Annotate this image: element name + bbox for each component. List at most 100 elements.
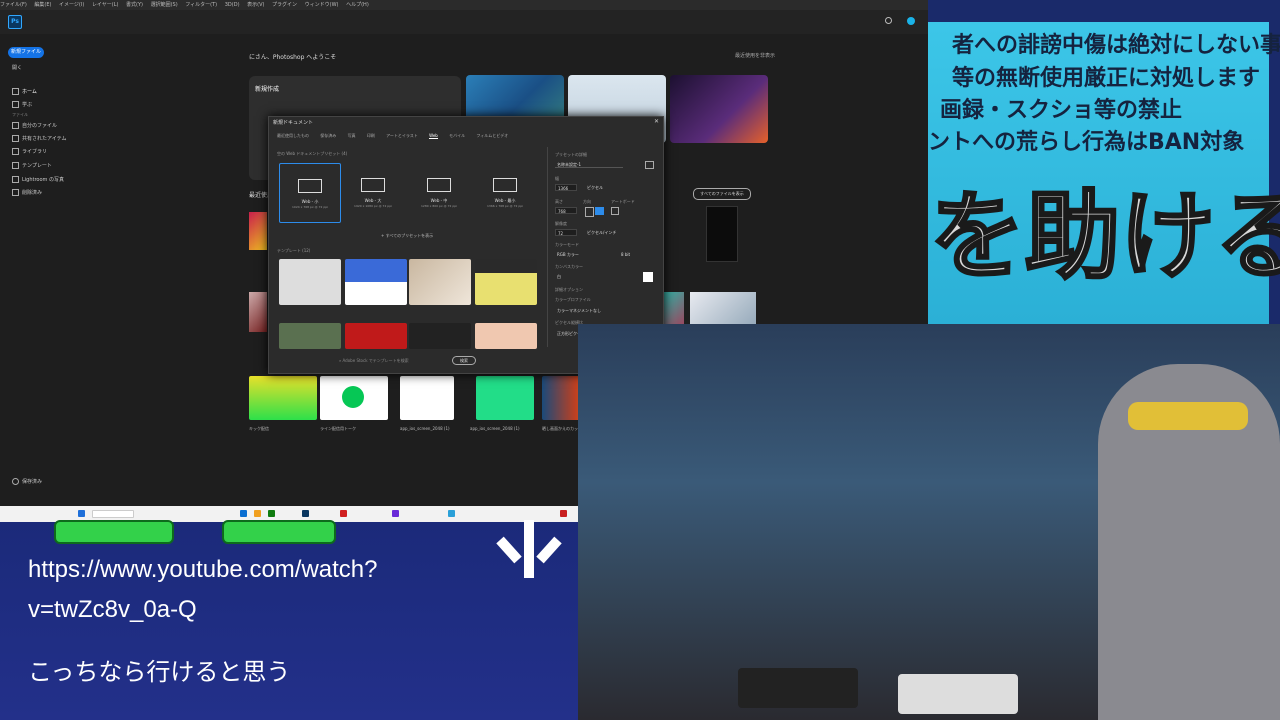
template-thumb[interactable] (345, 259, 407, 305)
menu-plugins[interactable]: プラグイン (272, 2, 297, 8)
resolution-unit-select[interactable]: ピクセル/インチ (585, 229, 651, 236)
chat-line: v=twZc8v_0a-Q (28, 596, 197, 623)
template-thumb[interactable] (409, 259, 471, 305)
file-name: ライン配信用トーク (320, 426, 356, 431)
start-icon[interactable] (78, 510, 85, 517)
recent-file-tile[interactable]: キック配信 (249, 376, 317, 432)
cloud-icon[interactable] (907, 17, 915, 25)
recent-file-tile[interactable]: app_ios_screen_2048 (1) (400, 376, 456, 431)
tab-saved[interactable]: 保存済み (320, 133, 336, 138)
template-search-input[interactable]: ⌕ Adobe Stock でテンプレートを検索 (339, 358, 409, 364)
preset-web-large[interactable]: Web - 大 1920 x 1080 px @ 72 ppi (343, 163, 403, 221)
preset-web-medium[interactable]: Web - 中 1280 x 800 px @ 72 ppi (409, 163, 469, 221)
sidebar-item-home[interactable]: ホーム (12, 88, 37, 95)
document-name-field[interactable]: 名称未設定-1 (555, 161, 623, 168)
app-icon[interactable] (254, 510, 261, 517)
template-thumb[interactable] (475, 323, 537, 349)
sidebar-item-shared[interactable]: 共有されたアイテム (12, 135, 67, 142)
menu-type[interactable]: 書式(Y) (126, 2, 143, 8)
template-thumb[interactable] (409, 323, 471, 349)
tab-art[interactable]: アートとイラスト (386, 133, 418, 138)
template-thumb[interactable] (279, 259, 341, 305)
lightroom-icon (12, 176, 19, 183)
height-label: 高さ (555, 199, 563, 204)
recent-thumb[interactable] (249, 292, 267, 332)
menu-select[interactable]: 選択範囲(S) (151, 2, 178, 8)
tab-mobile[interactable]: モバイル (449, 133, 465, 138)
tab-film[interactable]: フィルムとビデオ (476, 133, 508, 138)
app-icon[interactable] (392, 510, 399, 517)
recent-thumb[interactable] (249, 212, 267, 250)
width-field[interactable]: 1366 (555, 184, 577, 191)
recent-file-tile[interactable]: ライン配信用トーク (320, 376, 388, 432)
menu-edit[interactable]: 編集(E) (34, 2, 51, 8)
preset-tabs: 最近使用したもの 保存済み 写真 印刷 アートとイラスト Web モバイル フィ… (277, 133, 518, 139)
tab-recent[interactable]: 最近使用したもの (277, 133, 309, 138)
profile-select[interactable]: カラーマネジメントなし (555, 307, 651, 314)
landscape-icon[interactable] (595, 207, 604, 215)
preset-size: 1024 x 768 px @ 72 ppi (292, 205, 328, 209)
preset-web-small[interactable]: Web - 小 1024 x 768 px @ 72 ppi (279, 163, 341, 223)
sidebar-item-learn[interactable]: 学ぶ (12, 101, 32, 108)
close-icon[interactable]: ✕ (654, 118, 659, 125)
photoshop-taskbar-icon[interactable] (302, 510, 309, 517)
new-file-button[interactable]: 新規ファイル (8, 47, 44, 58)
template-icon (12, 162, 19, 169)
app-icon[interactable] (560, 510, 567, 517)
menu-file[interactable]: ファイル(F) (0, 2, 27, 8)
menu-3d[interactable]: 3D(D) (225, 2, 240, 8)
tab-print[interactable]: 印刷 (367, 133, 375, 138)
sidebar-item-libraries[interactable]: ライブラリ (12, 148, 47, 155)
promo-thumb-tiger[interactable] (670, 75, 768, 143)
search-button[interactable]: 検索 (452, 356, 476, 365)
sidebar-item-deleted[interactable]: 削除済み (12, 189, 42, 196)
preset-web-min[interactable]: Web - 最小 1366 x 768 px @ 72 ppi (475, 163, 535, 221)
app-icon[interactable] (268, 510, 275, 517)
app-icon[interactable] (448, 510, 455, 517)
sidebar-item-templates[interactable]: テンプレート (12, 162, 52, 169)
open-button[interactable]: 開く (12, 64, 22, 71)
unit-select[interactable]: ピクセル (585, 184, 651, 191)
file-thumbnail (476, 376, 534, 420)
menu-view[interactable]: 表示(V) (247, 2, 264, 8)
menu-image[interactable]: イメージ(I) (59, 2, 84, 8)
menu-filter[interactable]: フィルター(T) (185, 2, 217, 8)
sidebar-item-myfiles[interactable]: 自分のファイル (12, 122, 57, 129)
tab-web[interactable]: Web (429, 133, 438, 139)
taskbar-search-input[interactable] (92, 510, 134, 518)
photoshop-logo: Ps (8, 15, 22, 29)
hide-recent-link[interactable]: 最近使用を非表示 (735, 52, 775, 59)
library-icon (12, 148, 19, 155)
advanced-options-toggle[interactable]: 詳細オプション (555, 287, 583, 293)
sidebar-item-lightroom[interactable]: Lightroom の写真 (12, 176, 64, 183)
artboard-label: アートボード (611, 199, 635, 204)
artboard-checkbox[interactable] (611, 207, 619, 215)
recent-thumb[interactable] (706, 206, 738, 262)
home-icon (12, 88, 19, 95)
recent-file-tile[interactable]: app_ios_screen_2048 (1) (470, 376, 534, 431)
app-icon[interactable] (340, 510, 347, 517)
bitdepth-select[interactable]: 8 bit (619, 251, 651, 258)
save-preset-icon[interactable] (645, 161, 654, 169)
menu-window[interactable]: ウィンドウ(W) (305, 2, 339, 8)
all-files-button[interactable]: すべてのファイルを表示 (693, 188, 751, 200)
colormode-select[interactable]: RGB カラー (555, 251, 611, 258)
tab-photo[interactable]: 写真 (348, 133, 356, 138)
template-thumb[interactable] (475, 259, 537, 305)
template-thumb[interactable] (279, 323, 341, 349)
menu-layer[interactable]: レイヤー(L) (92, 2, 119, 8)
file-thumbnail (249, 376, 317, 420)
portrait-icon[interactable] (585, 207, 594, 217)
menu-help[interactable]: ヘルプ(H) (346, 2, 369, 8)
overlay-symbol (492, 520, 566, 580)
dialog-title: 新規ドキュメント (273, 120, 314, 126)
view-all-presets-link[interactable]: + すべてのプリセットを表示 (381, 233, 433, 239)
search-icon[interactable] (885, 17, 892, 24)
sidebar-item-label: 共有されたアイテム (22, 136, 67, 142)
canvas-color-select[interactable]: 白 (555, 273, 633, 280)
template-thumb[interactable] (345, 323, 407, 349)
color-swatch[interactable] (643, 272, 653, 282)
app-icon[interactable] (240, 510, 247, 517)
resolution-field[interactable]: 72 (555, 229, 577, 236)
height-field[interactable]: 768 (555, 207, 577, 214)
